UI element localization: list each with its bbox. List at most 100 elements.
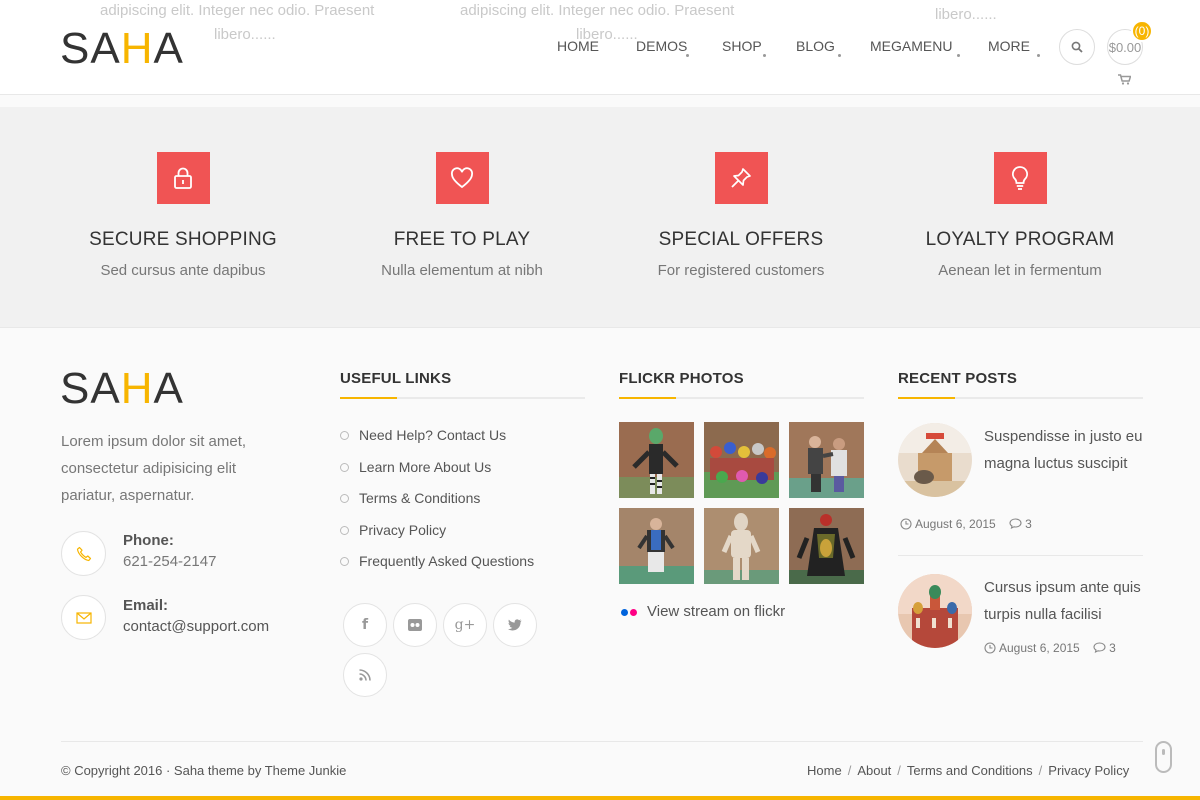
feature-subtitle: Nulla elementum at nibh <box>381 262 543 279</box>
cart-total: $0.00 <box>1108 39 1142 55</box>
dropdown-dot-icon <box>1037 54 1040 57</box>
feature-subtitle: Sed cursus ante dapibus <box>100 262 266 279</box>
post-comment-count: 3 <box>1025 517 1032 531</box>
twitter-button[interactable] <box>493 603 537 647</box>
post-comment-count: 3 <box>1109 641 1116 655</box>
facebook-icon: f <box>361 617 369 633</box>
search-button[interactable] <box>1059 29 1095 65</box>
search-icon <box>1071 41 1083 53</box>
feature-icon-box <box>156 152 210 204</box>
cart-count-badge: (0) <box>1131 20 1153 42</box>
bullet-icon <box>340 431 349 440</box>
pin-icon <box>731 168 751 188</box>
phone-label: Phone: <box>123 532 174 549</box>
footer-nav: Home / About / Terms and Conditions / Privacy … <box>807 763 1129 778</box>
flickr-icon <box>408 619 422 631</box>
nav-more[interactable]: MORE <box>988 38 1040 57</box>
title-underline <box>619 397 864 399</box>
rss-button[interactable] <box>343 653 387 697</box>
link-contact-us[interactable]: Need Help? Contact Us <box>340 427 506 443</box>
flickr-dot-icon <box>630 609 637 616</box>
bullet-icon <box>340 557 349 566</box>
flickr-photo-1[interactable] <box>619 422 694 498</box>
link-faq[interactable]: Frequently Asked Questions <box>340 553 534 569</box>
lock-icon <box>174 167 192 189</box>
link-terms[interactable]: Terms & Conditions <box>340 490 480 506</box>
feature-loyalty-program: LOYALTY PROGRAM Aenean let in fermentum <box>900 152 1140 279</box>
cart-icon[interactable] <box>1118 74 1132 88</box>
nav-label: SHOP <box>722 38 762 54</box>
bullet-icon <box>340 463 349 472</box>
footer-link-privacy[interactable]: Privacy Policy <box>1048 763 1129 778</box>
google-plus-button[interactable]: g+ <box>443 603 487 647</box>
flickr-stream-link[interactable]: View stream on flickr <box>621 603 785 620</box>
nav-label: DEMOS <box>636 38 688 54</box>
email-label: Email: <box>123 597 169 614</box>
ghost-text: libero...... <box>214 26 276 43</box>
flickr-photo-5[interactable] <box>704 508 779 584</box>
envelope-icon <box>75 611 92 624</box>
recent-posts-title: RECENT POSTS <box>898 370 1018 387</box>
facebook-button[interactable]: f <box>343 603 387 647</box>
flickr-button[interactable] <box>393 603 437 647</box>
nav-label: MEGAMENU <box>870 38 953 54</box>
separator: / <box>1038 763 1043 778</box>
useful-links-title: USEFUL LINKS <box>340 370 452 387</box>
flickr-dot-icon <box>621 609 628 616</box>
logo-accent-letter: H <box>120 24 154 73</box>
nav-home[interactable]: HOME <box>557 38 636 54</box>
features-section: SECURE SHOPPING Sed cursus ante dapibus … <box>0 107 1200 328</box>
google-plus-icon: g+ <box>454 617 476 633</box>
flickr-photo-4[interactable] <box>619 508 694 584</box>
post-divider <box>898 555 1143 556</box>
footer-logo[interactable]: SAHA <box>60 364 184 414</box>
post-meta-1: August 6, 2015 3 <box>900 517 1032 531</box>
flickr-photo-3[interactable] <box>789 422 864 498</box>
post-thumbnail-1[interactable] <box>898 423 972 497</box>
flickr-photo-2[interactable] <box>704 422 779 498</box>
nav-demos[interactable]: DEMOS <box>636 38 722 57</box>
title-underline <box>340 397 585 399</box>
clock-icon <box>984 642 996 654</box>
comment-icon <box>1093 642 1106 654</box>
feature-icon-box <box>714 152 768 204</box>
link-about-us[interactable]: Learn More About Us <box>340 459 491 475</box>
scroll-to-top-icon[interactable] <box>1155 741 1172 773</box>
logo-text: A <box>153 364 184 413</box>
dropdown-dot-icon <box>957 54 960 57</box>
copyright-text: © Copyright 2016 · Saha theme by Theme J… <box>61 763 347 778</box>
feature-free-to-play: FREE TO PLAY Nulla elementum at nibh <box>342 152 582 279</box>
link-privacy[interactable]: Privacy Policy <box>340 522 446 538</box>
title-underline <box>898 397 1143 399</box>
heart-icon <box>451 167 473 189</box>
flickr-photo-6[interactable] <box>789 508 864 584</box>
nav-shop[interactable]: SHOP <box>722 38 796 57</box>
nav-megamenu[interactable]: MEGAMENU <box>870 38 988 57</box>
dropdown-dot-icon <box>763 54 766 57</box>
main-nav: HOME DEMOS SHOP BLOG MEGAMENU MORE <box>557 38 1040 57</box>
footer-link-terms[interactable]: Terms and Conditions <box>907 763 1033 778</box>
site-logo[interactable]: SAHA <box>60 24 184 74</box>
bullet-icon <box>340 526 349 535</box>
post-thumbnail-2[interactable] <box>898 574 972 648</box>
email-icon-circle <box>61 595 106 640</box>
link-label: Privacy Policy <box>359 522 447 538</box>
post-title-2[interactable]: Cursus ipsum ante quis turpis nulla faci… <box>984 574 1149 628</box>
link-label: Terms & Conditions <box>359 490 481 506</box>
link-label: Learn More About Us <box>359 459 492 475</box>
footer-link-home[interactable]: Home <box>807 763 842 778</box>
email-value[interactable]: contact@support.com <box>123 618 269 635</box>
clock-icon <box>900 518 912 530</box>
twitter-icon <box>508 619 522 631</box>
feature-subtitle: For registered customers <box>657 262 825 279</box>
footer-link-about[interactable]: About <box>857 763 891 778</box>
nav-blog[interactable]: BLOG <box>796 38 870 57</box>
about-text: Lorem ipsum dolor sit amet, consectetur … <box>61 433 247 504</box>
post-title-1[interactable]: Suspendisse in justo eu magna luctus sus… <box>984 423 1149 477</box>
ghost-text: adipiscing elit. Integer nec odio. Praes… <box>100 2 375 19</box>
dropdown-dot-icon <box>686 54 689 57</box>
feature-secure-shopping: SECURE SHOPPING Sed cursus ante dapibus <box>63 152 303 279</box>
flickr-photos-title: FLICKR PHOTOS <box>619 370 744 387</box>
logo-text: SA <box>60 24 121 73</box>
logo-text: A <box>153 24 184 73</box>
